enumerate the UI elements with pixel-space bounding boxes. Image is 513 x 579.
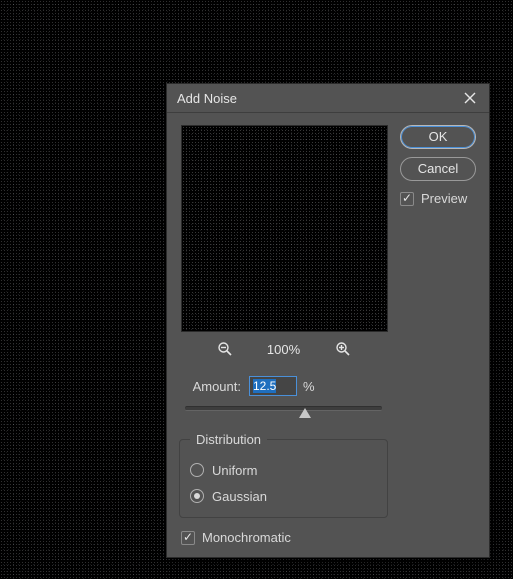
slider-track <box>185 406 382 411</box>
distribution-legend: Distribution <box>190 432 267 447</box>
close-button[interactable] <box>455 86 485 110</box>
canvas-background: Add Noise <box>0 0 513 579</box>
slider-thumb[interactable] <box>299 408 311 418</box>
dialog-titlebar[interactable]: Add Noise <box>167 84 489 113</box>
distribution-gaussian-row[interactable]: Gaussian <box>190 485 377 507</box>
amount-input[interactable] <box>249 376 297 396</box>
uniform-label: Uniform <box>212 463 258 478</box>
amount-slider[interactable] <box>185 402 382 418</box>
monochromatic-checkbox[interactable] <box>181 531 195 545</box>
distribution-uniform-row[interactable]: Uniform <box>190 459 377 481</box>
amount-suffix: % <box>303 379 315 394</box>
gaussian-radio[interactable] <box>190 489 204 503</box>
preview-toggle-row[interactable]: Preview <box>400 191 477 206</box>
monochromatic-label: Monochromatic <box>202 530 291 545</box>
gaussian-label: Gaussian <box>212 489 267 504</box>
zoom-in-button[interactable] <box>333 340 353 358</box>
noise-preview[interactable] <box>181 125 388 332</box>
amount-label: Amount: <box>179 379 249 394</box>
zoom-out-icon <box>217 341 233 357</box>
dialog-title: Add Noise <box>177 91 455 106</box>
ok-button[interactable]: OK <box>400 125 476 149</box>
monochromatic-row[interactable]: Monochromatic <box>181 530 388 545</box>
close-icon <box>464 92 476 104</box>
zoom-in-icon <box>335 341 351 357</box>
preview-checkbox[interactable] <box>400 192 414 206</box>
zoom-out-button[interactable] <box>215 340 235 358</box>
preview-label: Preview <box>421 191 467 206</box>
add-noise-dialog: Add Noise <box>166 83 490 558</box>
distribution-group: Distribution Uniform Gaussian <box>179 432 388 518</box>
uniform-radio[interactable] <box>190 463 204 477</box>
cancel-button[interactable]: Cancel <box>400 157 476 181</box>
zoom-level: 100% <box>263 342 305 357</box>
